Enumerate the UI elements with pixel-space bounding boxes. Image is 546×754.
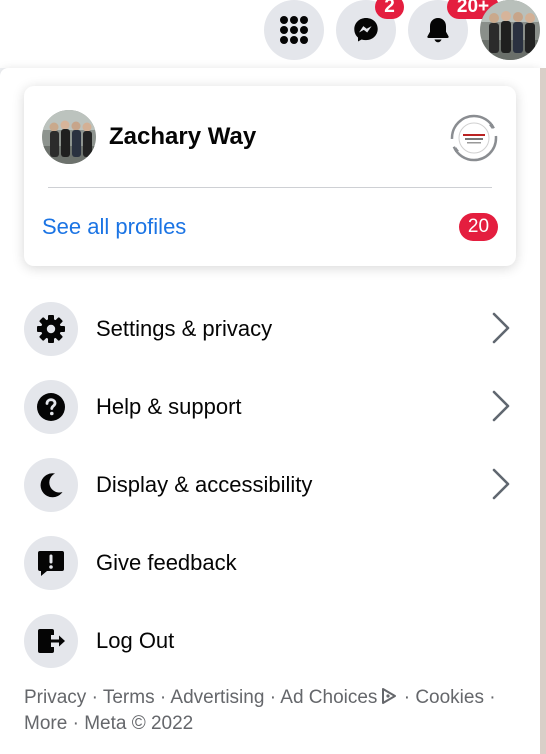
grid-menu-icon [279,15,309,45]
menu-item-settings-privacy[interactable]: Settings & privacy [0,295,540,365]
menu-item-log-out[interactable]: Log Out [0,607,540,677]
footer-separator: · [264,687,281,708]
gear-icon [24,302,78,356]
menu-item-label: Display & accessibility [96,472,313,497]
profile-name: Zachary Way [109,123,257,150]
ad-choices-label: Ad Choices [280,687,378,708]
menu-item-label: Settings & privacy [96,316,273,341]
question-icon [24,380,78,434]
footer-links: Privacy · Terms · Advertising · Ad Choic… [24,686,524,736]
messenger-badge: 2 [375,0,404,19]
footer-copyright: Meta © 2022 [84,713,194,734]
footer-separator: · [483,687,496,708]
footer-cookies-link[interactable]: Cookies [415,687,484,708]
menu-item-label: Log Out [96,628,175,653]
menu-item-give-feedback[interactable]: Give feedback [0,529,540,599]
chevron-right-icon [488,467,514,501]
bell-icon [425,16,451,44]
menu-item-label: Help & support [96,394,242,419]
menu-item-help-support[interactable]: Help & support [0,373,540,443]
account-avatar[interactable] [480,0,540,60]
footer-terms-link[interactable]: Terms [103,687,155,708]
chevron-right-icon [488,389,514,423]
background-edge [540,68,546,754]
footer-separator: · [154,687,171,708]
top-bar: 2 20+ [0,0,546,68]
chevron-right-icon [488,311,514,345]
footer-separator: · [67,713,85,734]
footer-privacy-link[interactable]: Privacy [24,687,86,708]
menu-item-display-accessibility[interactable]: Display & accessibility [0,451,540,521]
menu-button[interactable] [264,0,324,60]
moon-icon [24,458,78,512]
footer-separator: · [398,687,416,708]
account-menu-panel: Zachary Way See all profiles 20 Settings… [0,68,540,754]
see-all-profiles-link[interactable]: See all profiles [42,214,186,240]
feedback-icon [24,536,78,590]
current-profile[interactable]: Zachary Way [24,86,516,186]
messenger-icon [352,16,380,44]
ad-choices-icon [380,687,398,712]
logout-icon [24,614,78,668]
footer-ad-choices-link[interactable]: Ad Choices [280,687,398,708]
footer-more-link[interactable]: More [24,713,67,734]
profile-divider [48,187,492,188]
profile-avatar [42,110,96,164]
menu-item-label: Give feedback [96,550,237,575]
profile-count-badge: 20 [459,213,498,241]
profile-card: Zachary Way See all profiles 20 [24,86,516,266]
footer-separator: · [86,687,103,708]
footer-advertising-link[interactable]: Advertising [170,687,264,708]
switch-profile-icon[interactable] [449,113,499,163]
